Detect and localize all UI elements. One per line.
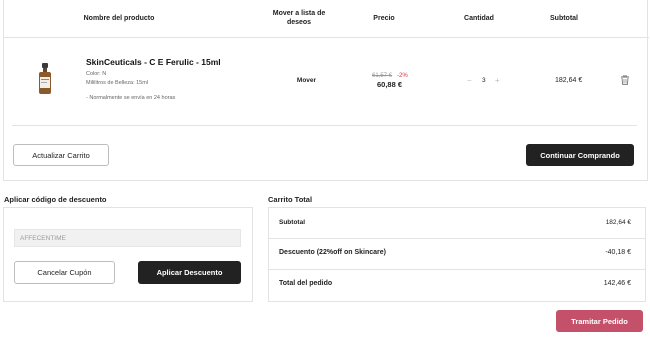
old-price: 61,57 € [372,73,393,79]
header-quantity: Cantidad [464,15,494,22]
header-wishlist-line1: Mover a lista de [272,10,326,17]
product-size: Mililitros de Belleza: 15ml [86,80,149,86]
trash-icon[interactable] [621,75,629,85]
current-price: 60,88 € [377,80,403,89]
checkout-button[interactable]: Tramitar Pedido [556,310,643,332]
header-subtotal: Subtotal [550,15,578,22]
product-name[interactable]: SkinCeuticals - C E Ferulic - 15ml [86,57,221,67]
order-total-label: Total del pedido [279,280,333,287]
row-divider [12,125,637,126]
coupon-title: Aplicar código de descuento [4,195,107,204]
subtotal-value: 182,64 € [605,219,631,226]
product-color: Color: N [86,71,107,77]
quantity-decrease-button[interactable]: − [467,76,472,85]
item-subtotal: 182,64 € [555,77,583,84]
totals-divider-1 [268,238,646,239]
quantity-increase-button[interactable]: + [495,76,500,85]
header-product: Nombre del producto [83,15,155,22]
move-to-wishlist-link[interactable]: Mover [289,77,324,84]
subtotal-label: Subtotal [279,219,305,226]
cart-total-title: Carrito Total [268,195,313,204]
continue-shopping-button[interactable]: Continuar Comprando [526,144,634,166]
header-wishlist: Mover a lista de deseos [259,9,339,27]
order-total-value: 142,46 € [603,280,631,287]
coupon-code-input[interactable]: AFFECENTIME [14,229,241,247]
header-divider [4,37,649,38]
discount-value: -40,18 € [605,249,631,256]
discount-label: Descuento (22%off on Skincare) [279,249,386,256]
apply-discount-button[interactable]: Aplicar Descuento [138,261,241,284]
cancel-coupon-button[interactable]: Cancelar Cupón [14,261,115,284]
discount-percent: -2% [397,73,408,79]
totals-divider-2 [268,269,646,270]
product-thumbnail[interactable] [34,62,56,98]
update-cart-button[interactable]: Actualizar Carrito [13,144,109,166]
header-price: Precio [373,15,395,22]
header-wishlist-line2: deseos [286,19,312,26]
coupon-panel [3,207,253,302]
cart-table: Nombre del producto Mover a lista de des… [3,0,649,181]
product-shipping: - Normalmente se envía en 24 horas [86,95,176,101]
quantity-value[interactable]: 3 [482,77,486,84]
